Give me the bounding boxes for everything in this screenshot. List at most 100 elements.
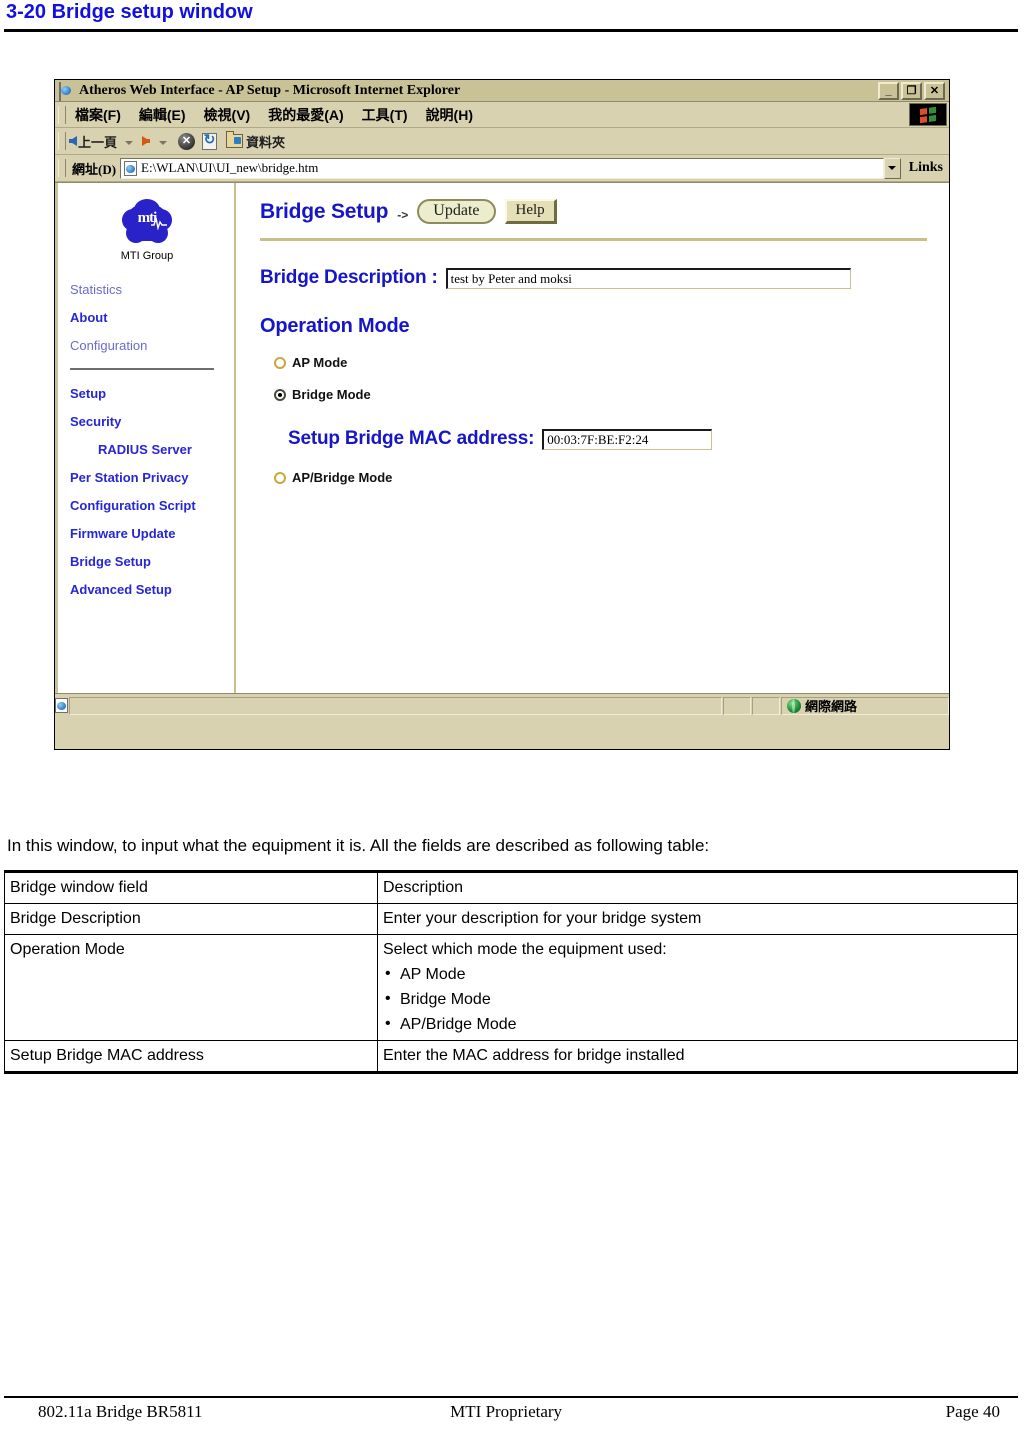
status-document-icon <box>55 698 68 713</box>
menu-bar: 檔案(F) 編輯(E) 檢視(V) 我的最愛(A) 工具(T) 說明(H) <box>55 102 949 128</box>
menu-item-edit[interactable]: 編輯(E) <box>130 105 195 125</box>
back-button[interactable]: 上一頁 <box>66 130 120 152</box>
sidebar-nav: Statistics About Configuration Setup Sec… <box>58 276 236 604</box>
radio-ap-bridge-mode-label: AP/Bridge Mode <box>292 470 393 485</box>
close-button[interactable]: ✕ <box>924 81 945 100</box>
sidebar-item-radius-server[interactable]: RADIUS Server <box>70 436 236 464</box>
content-title: Bridge Setup <box>260 199 389 223</box>
bridge-mac-input[interactable]: 00:03:7F:BE:F2:24 <box>542 428 713 450</box>
browser-titlebar[interactable]: Atheros Web Interface - AP Setup - Micro… <box>55 80 949 102</box>
refresh-icon[interactable] <box>202 131 218 150</box>
restore-button[interactable]: ❐ <box>901 81 922 100</box>
radio-ap-mode[interactable] <box>274 356 286 369</box>
radio-option-bridge-mode[interactable]: Bridge Mode <box>260 387 949 402</box>
waveform-icon <box>151 217 167 230</box>
page-title: 3-20 Bridge setup window <box>6 1 253 23</box>
security-zone[interactable]: 網際網路 <box>781 696 949 715</box>
table-row: Setup Bridge MAC address Enter the MAC a… <box>4 1040 1018 1074</box>
status-message <box>69 696 722 715</box>
folder-icon <box>226 131 244 148</box>
stop-icon[interactable]: ✕ <box>178 132 196 150</box>
folders-button-label: 資料夾 <box>246 134 286 150</box>
table-cell-field: Operation Mode <box>4 934 378 1041</box>
back-dropdown-icon[interactable] <box>125 141 134 145</box>
sidebar-item-configuration-script[interactable]: Configuration Script <box>70 492 236 520</box>
folders-button[interactable]: 資料夾 <box>223 130 288 152</box>
radio-ap-bridge-mode[interactable] <box>274 471 286 484</box>
site-sidebar: mti MTI Group Statistics About Configura… <box>58 183 236 693</box>
menu-item-favorites[interactable]: 我的最愛(A) <box>259 105 352 125</box>
forward-button[interactable] <box>139 130 154 152</box>
chevron-down-icon <box>888 166 897 170</box>
radio-option-ap-mode[interactable]: AP Mode <box>260 355 949 370</box>
update-button[interactable]: Update <box>417 199 496 224</box>
menu-item-tools[interactable]: 工具(T) <box>353 105 417 125</box>
bridge-description-row: Bridge Description : test by Peter and m… <box>260 267 949 289</box>
sidebar-item-setup[interactable]: Setup <box>70 380 236 408</box>
browser-window-title: Atheros Web Interface - AP Setup - Micro… <box>79 82 461 98</box>
sidebar-item-configuration[interactable]: Configuration <box>70 332 236 360</box>
minimize-button[interactable]: _ <box>878 81 899 100</box>
mti-logo-icon: mti <box>120 199 174 247</box>
sidebar-item-about[interactable]: About <box>70 304 236 332</box>
footer-divider <box>4 1396 1018 1398</box>
page-viewport: mti MTI Group Statistics About Configura… <box>55 182 949 693</box>
ie-document-icon <box>59 81 75 101</box>
mode-bullet-item: AP/Bridge Mode <box>383 1011 1012 1037</box>
bridge-mac-label: Setup Bridge MAC address: <box>288 428 535 449</box>
menu-item-view[interactable]: 檢視(V) <box>195 105 260 125</box>
table-cell-description-text: Select which mode the equipment used: <box>383 941 667 958</box>
table-header-row: Bridge window field Description <box>4 870 1018 904</box>
bridge-description-label: Bridge Description : <box>260 267 438 288</box>
forward-dropdown-icon[interactable] <box>159 141 168 145</box>
footer-notice: MTI Proprietary <box>450 1402 563 1421</box>
radio-ap-mode-label: AP Mode <box>292 355 348 370</box>
arrow-left-icon <box>69 136 77 146</box>
arrow-right-icon <box>142 136 151 146</box>
footer-page-number: Page 40 <box>945 1402 1000 1421</box>
globe-icon <box>787 698 801 713</box>
sidebar-item-advanced-setup[interactable]: Advanced Setup <box>70 576 236 604</box>
radio-option-ap-bridge-mode[interactable]: AP/Bridge Mode <box>260 470 949 485</box>
mode-bullet-list: AP Mode Bridge Mode AP/Bridge Mode <box>383 961 1012 1037</box>
mode-bullet-item: Bridge Mode <box>383 986 1012 1012</box>
help-button[interactable]: Help <box>504 199 557 224</box>
address-value: E:\WLAN\UI\UI_new\bridge.htm <box>141 160 319 175</box>
radio-bridge-mode[interactable] <box>274 388 286 401</box>
table-cell-description: Select which mode the equipment used: AP… <box>377 934 1018 1041</box>
sidebar-item-bridge-setup[interactable]: Bridge Setup <box>70 548 236 576</box>
ie-logo-animation <box>909 103 947 126</box>
browser-window: Atheros Web Interface - AP Setup - Micro… <box>54 79 950 750</box>
browser-toolbar: 上一頁 ✕ 資料夾 <box>55 128 949 155</box>
operation-mode-heading: Operation Mode <box>260 315 410 337</box>
address-label: 網址(D) <box>72 161 117 177</box>
sidebar-item-firmware-update[interactable]: Firmware Update <box>70 520 236 548</box>
menu-item-help[interactable]: 說明(H) <box>417 105 482 125</box>
table-cell-field: Setup Bridge MAC address <box>4 1040 378 1074</box>
addressbar-grip-handle[interactable] <box>58 159 66 177</box>
bridge-mac-row: Setup Bridge MAC address: 00:03:7F:BE:F2… <box>260 428 949 450</box>
intro-paragraph: In this window, to input what the equipm… <box>7 836 710 855</box>
address-bar: 網址(D) E:\WLAN\UI\UI_new\bridge.htm Links <box>55 155 949 182</box>
page-icon <box>124 160 138 176</box>
bridge-description-input[interactable]: test by Peter and moksi <box>445 267 851 289</box>
browser-statusbar: 網際網路 <box>55 693 949 717</box>
menu-item-file[interactable]: 檔案(F) <box>66 105 130 125</box>
status-pane-2 <box>752 696 780 715</box>
footer-product: 802.11a Bridge BR5811 <box>38 1402 203 1421</box>
address-input[interactable]: E:\WLAN\UI\UI_new\bridge.htm <box>120 157 884 179</box>
brand-logo: mti MTI Group <box>58 191 236 262</box>
sidebar-divider <box>70 368 214 370</box>
menu-grip-handle[interactable] <box>58 105 66 124</box>
back-button-label: 上一頁 <box>78 134 118 150</box>
sidebar-item-statistics[interactable]: Statistics <box>70 276 236 304</box>
radio-bridge-mode-label: Bridge Mode <box>292 387 371 402</box>
table-row: Bridge Description Enter your descriptio… <box>4 903 1018 935</box>
sidebar-item-per-station-privacy[interactable]: Per Station Privacy <box>70 464 236 492</box>
links-button[interactable]: Links <box>901 160 949 176</box>
sidebar-item-security[interactable]: Security <box>70 408 236 436</box>
status-pane-1 <box>723 696 751 715</box>
address-dropdown-button[interactable] <box>883 157 901 179</box>
mode-bullet-item: AP Mode <box>383 961 1012 987</box>
toolbar-grip-handle[interactable] <box>58 132 66 150</box>
